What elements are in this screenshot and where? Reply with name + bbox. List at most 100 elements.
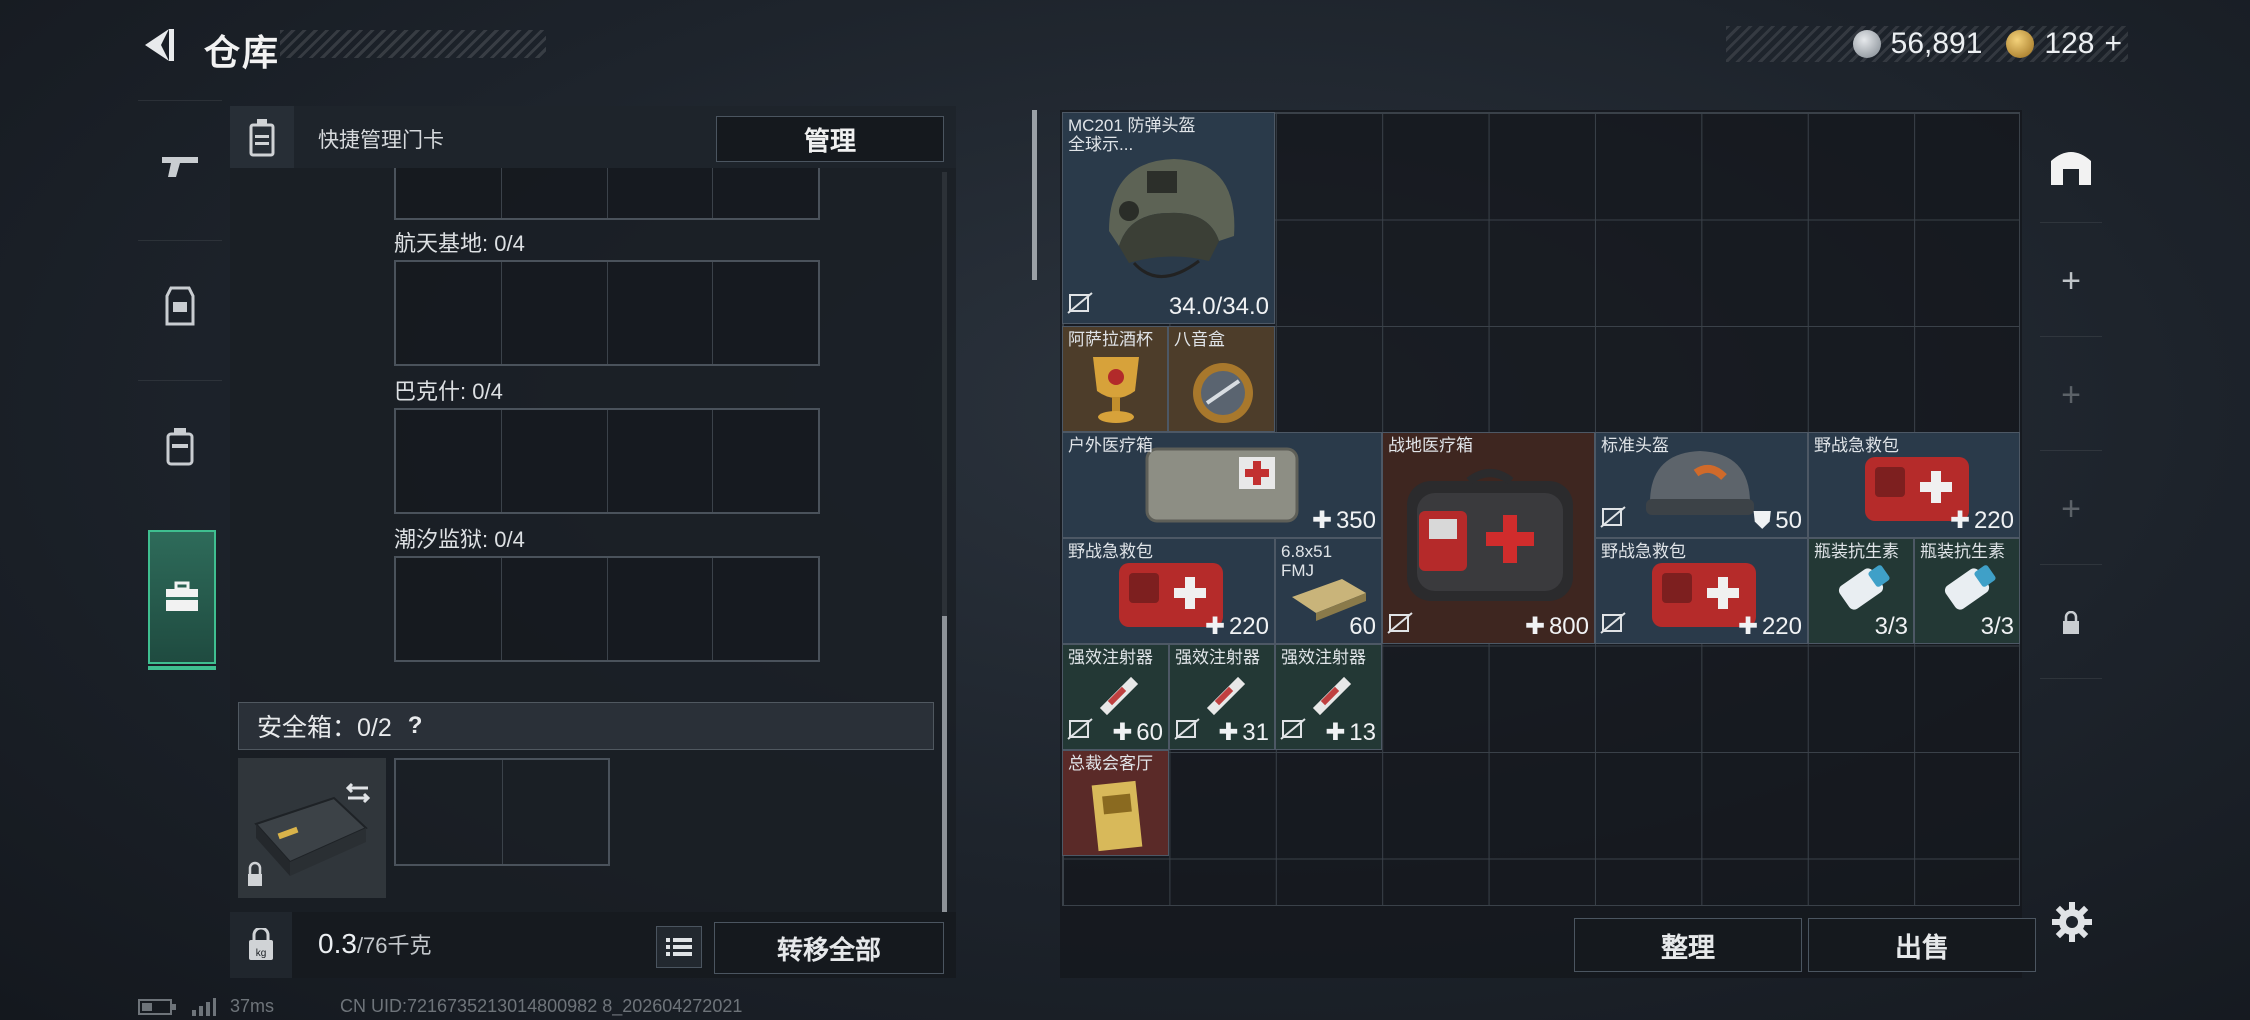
manage-button[interactable]: 管理 xyxy=(716,116,944,162)
keycard-image xyxy=(1091,780,1143,852)
weight-footer: kg 0.3/76千克 转移全部 xyxy=(230,912,956,978)
item-first-aid-kit[interactable]: 野战急救包 ✚ 220 xyxy=(1062,538,1275,644)
item-name: 强效注射器 xyxy=(1068,648,1153,667)
item-standard-helmet[interactable]: 标准头盔 ⛊ 50 xyxy=(1595,432,1808,538)
tab-warehouse[interactable] xyxy=(2040,112,2102,223)
item-name: MC201 防弹头盔 全球示... xyxy=(1068,116,1196,154)
goblet-image xyxy=(1093,357,1139,423)
no-trade-icon xyxy=(1600,506,1626,533)
item-name: 户外医疗箱 xyxy=(1068,436,1153,455)
item-first-aid-kit[interactable]: 野战急救包 ✚ 220 xyxy=(1808,432,2020,538)
add-gold-button[interactable]: + xyxy=(2104,27,2122,61)
heal-amount: ✚ 220 xyxy=(1737,612,1802,641)
card-section-label: 巴克什: 0/4 xyxy=(394,379,503,404)
durability: 34.0/34.0 xyxy=(1168,293,1269,320)
card-section-label: 航天基地: 0/4 xyxy=(394,231,525,256)
title-decoration xyxy=(280,30,546,58)
item-ammo-6.8x51[interactable]: 6.8x51 FMJ 60 xyxy=(1275,538,1382,644)
heal-amount: ✚ 220 xyxy=(1949,506,2014,535)
weight-current: 0.3 xyxy=(318,928,357,959)
heal-value: 31 xyxy=(1242,718,1269,746)
standard-helmet-image xyxy=(1646,451,1754,515)
item-antibiotics[interactable]: 瓶装抗生素 3/3 xyxy=(1914,538,2020,644)
weight-capacity: /76千克 xyxy=(356,933,432,958)
back-arrow-icon xyxy=(145,29,174,61)
item-music-box[interactable]: 八音盒 xyxy=(1168,326,1275,432)
keycard-box-icon xyxy=(230,106,294,168)
list-icon xyxy=(666,938,692,956)
shield-icon: ⛊ xyxy=(1753,507,1772,534)
plus-icon: + xyxy=(2061,375,2081,414)
safe-box-item[interactable] xyxy=(238,758,386,898)
settings-button[interactable] xyxy=(2050,900,2094,944)
heal-value: 220 xyxy=(1761,612,1802,640)
heal-amount: ✚ 220 xyxy=(1204,612,1269,641)
grid-scrollbar[interactable] xyxy=(1032,110,1037,280)
helmet-image xyxy=(1109,159,1235,278)
item-name: 瓶装抗生素 xyxy=(1814,542,1899,561)
heal-amount: ✚ 13 xyxy=(1325,718,1376,747)
transfer-all-button[interactable]: 转移全部 xyxy=(714,922,944,974)
no-trade-icon xyxy=(1280,718,1306,745)
item-goblet[interactable]: 阿萨拉酒杯 xyxy=(1062,326,1168,432)
sort-button[interactable]: 整理 xyxy=(1574,918,1802,972)
tab-safe-box[interactable] xyxy=(148,530,216,670)
heal-amount: ✚ 60 xyxy=(1112,718,1163,747)
safe-box-label: 安全箱：0/2 xyxy=(257,714,392,742)
ammo-count: 60 xyxy=(1349,613,1376,640)
add-tab-button[interactable]: + xyxy=(2040,226,2102,337)
heal-amount: ✚ 800 xyxy=(1524,612,1589,641)
tab-equipment[interactable] xyxy=(138,240,222,371)
ping: 37ms xyxy=(230,996,275,1016)
currency-bar: 56,891 128 + xyxy=(1726,26,2128,62)
weight-icon: kg xyxy=(230,912,292,978)
back-button[interactable] xyxy=(136,22,182,68)
heal-value: 13 xyxy=(1349,718,1376,746)
keycard-slots-top xyxy=(394,168,820,220)
syringe-image xyxy=(1206,676,1246,716)
help-icon[interactable]: ? xyxy=(408,712,423,740)
item-syringe[interactable]: 强效注射器 ✚ 60 xyxy=(1062,644,1169,750)
add-tab-button-disabled: + xyxy=(2040,454,2102,565)
no-trade-icon xyxy=(1387,612,1413,639)
svg-text:kg: kg xyxy=(256,948,267,959)
item-antibiotics[interactable]: 瓶装抗生素 3/3 xyxy=(1808,538,1914,644)
sell-button[interactable]: 出售 xyxy=(1808,918,2036,972)
item-name: 野战急救包 xyxy=(1068,542,1153,561)
safe-box-slots[interactable] xyxy=(394,758,610,866)
plus-icon: + xyxy=(2061,489,2081,528)
list-view-button[interactable] xyxy=(656,926,702,968)
gear-icon xyxy=(2052,902,2092,942)
keycard-slots-bakesh[interactable] xyxy=(394,408,820,514)
heal-amount: ✚ 350 xyxy=(1311,506,1376,535)
item-name: 总裁会客厅 xyxy=(1068,754,1153,773)
plus-icon: + xyxy=(2061,261,2081,300)
user-uid: CN UID:7216735213014800982 8_20260427202… xyxy=(340,996,743,1016)
keycard-slots-prison[interactable] xyxy=(394,556,820,662)
item-helmet-mc201[interactable]: MC201 防弹头盔 全球示... 34.0/34.0 xyxy=(1062,112,1275,324)
music-box-image xyxy=(1193,363,1253,423)
item-name: 6.8x51 FMJ xyxy=(1281,542,1333,580)
item-keycard-president-lounge[interactable]: 总裁会客厅 xyxy=(1062,750,1169,856)
item-first-aid-kit[interactable]: 野战急救包 ✚ 220 xyxy=(1595,538,1808,644)
lock-icon xyxy=(2063,611,2079,634)
item-syringe[interactable]: 强效注射器 ✚ 31 xyxy=(1169,644,1275,750)
keycard-slots-aerospace[interactable] xyxy=(394,260,820,366)
tab-weapons[interactable] xyxy=(138,100,222,231)
item-syringe[interactable]: 强效注射器 ✚ 13 xyxy=(1275,644,1382,750)
locked-tab[interactable] xyxy=(2040,568,2102,679)
heal-value: 350 xyxy=(1335,506,1376,534)
heal-amount: ✚ 31 xyxy=(1218,718,1269,747)
card-section-label: 潮汐监狱: 0/4 xyxy=(394,527,525,552)
warehouse-icon xyxy=(2051,152,2091,185)
no-trade-icon xyxy=(1067,718,1093,745)
armor-value: ⛊ 50 xyxy=(1753,507,1802,535)
item-name: 阿萨拉酒杯 xyxy=(1068,330,1153,349)
battery-icon xyxy=(138,998,176,1015)
heal-value: 60 xyxy=(1136,718,1163,746)
scrollbar[interactable] xyxy=(942,616,947,912)
tab-backpack[interactable] xyxy=(138,380,222,511)
item-outdoor-medkit[interactable]: 户外医疗箱 ✚ 350 xyxy=(1062,432,1382,538)
no-trade-icon xyxy=(1174,718,1200,745)
item-field-medkit[interactable]: 战地医疗箱 ✚ 800 xyxy=(1382,432,1595,644)
